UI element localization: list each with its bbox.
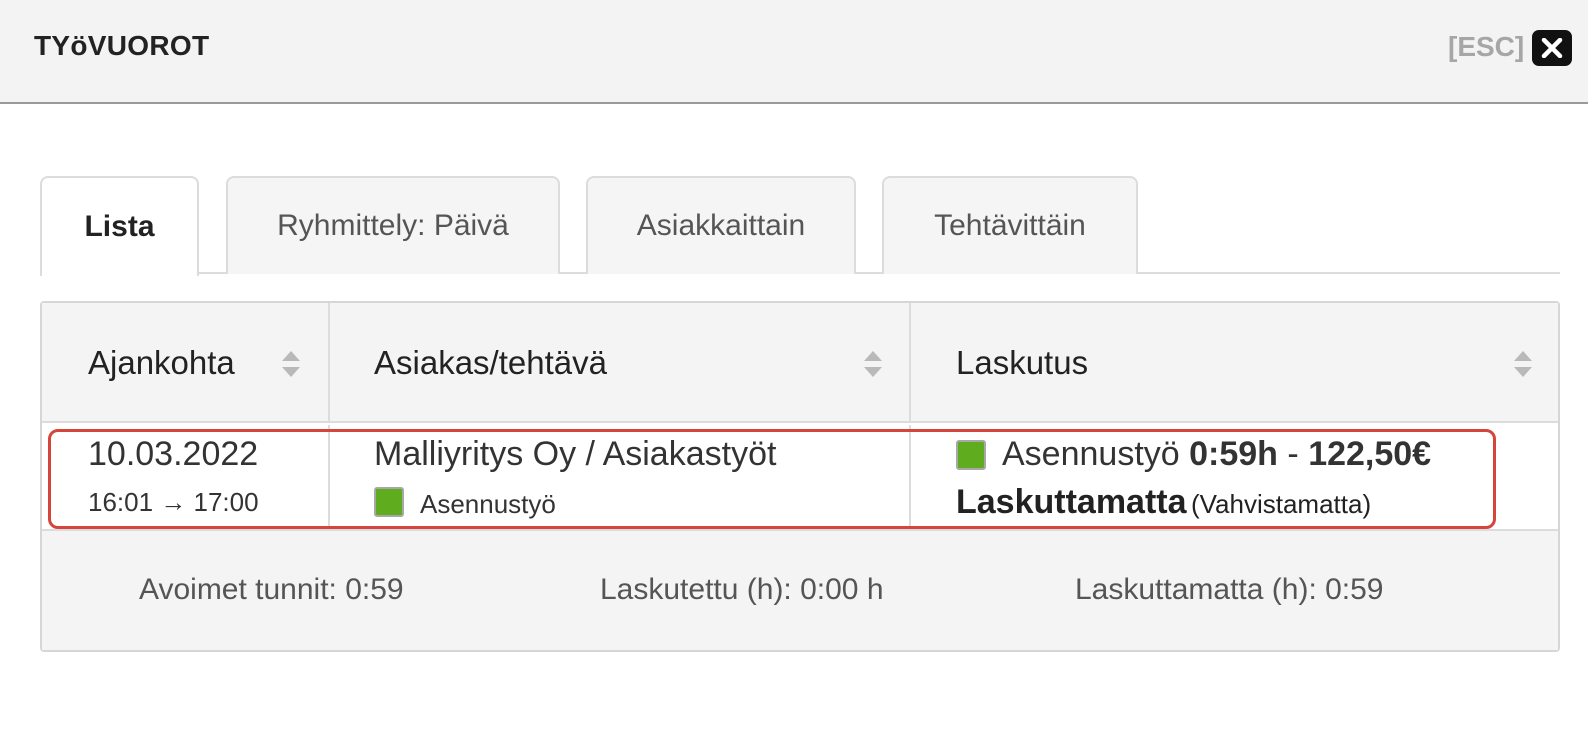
column-header-ajankohta[interactable]: Ajankohta: [88, 303, 235, 423]
task-type: Asennustyö: [420, 489, 556, 519]
unbilled-hours-total: Laskuttamatta (h): 0:59: [1075, 573, 1384, 606]
task-color-swatch: [374, 487, 404, 517]
sort-icon[interactable]: [862, 349, 884, 379]
column-divider: [909, 425, 911, 529]
billing-confirmation: (Vahvistamatta): [1190, 489, 1372, 519]
billing-status: Laskuttamatta: [956, 483, 1187, 521]
modal-title: TYöVUOROT: [34, 30, 210, 61]
table-footer-totals: Avoimet tunnit: 0:59 Laskutettu (h): 0:0…: [42, 529, 1558, 650]
shift-table: Ajankohta Asiakas/tehtävä Laskutus 10.03…: [40, 301, 1560, 652]
customer-task-link[interactable]: Malliyritys Oy / Asiakastyöt: [374, 435, 776, 474]
billing-separator: -: [1287, 435, 1299, 473]
billing-amount: 122,50€: [1308, 435, 1432, 473]
billed-hours-total: Laskutettu (h): 0:00 h: [600, 573, 884, 606]
tab-tehtavittain[interactable]: Tehtävittäin: [882, 176, 1138, 274]
column-divider: [328, 425, 330, 529]
open-hours-total: Avoimet tunnit: 0:59: [139, 573, 404, 606]
billing-duration: 0:59h: [1189, 435, 1278, 473]
view-tabs: Lista Ryhmittely: Päivä Asiakkaittain Te…: [40, 176, 1560, 276]
billing-status-line: Laskuttamatta (Vahvistamatta): [956, 483, 1371, 522]
esc-hint[interactable]: [ESC]: [1448, 31, 1524, 63]
column-divider: [909, 303, 911, 423]
table-row[interactable]: 10.03.2022 16:01 → 17:00 Malliyritys Oy …: [42, 425, 1558, 529]
billing-type: Asennustyö: [1002, 435, 1180, 473]
sort-icon[interactable]: [1512, 349, 1534, 379]
table-header: Ajankohta Asiakas/tehtävä Laskutus: [42, 303, 1558, 423]
billing-color-swatch: [956, 440, 986, 470]
shift-date: 10.03.2022: [88, 435, 259, 473]
billing-summary: Asennustyö 0:59h - 122,50€: [1002, 435, 1431, 474]
column-header-asiakas-tehtava[interactable]: Asiakas/tehtävä: [374, 303, 607, 423]
column-divider: [328, 303, 330, 423]
tab-lista[interactable]: Lista: [40, 176, 199, 276]
sort-icon[interactable]: [280, 349, 302, 379]
tab-ryhmittely-paiva[interactable]: Ryhmittely: Päivä: [226, 176, 560, 274]
modal-header: TYöVUOROT [ESC]: [0, 0, 1588, 104]
close-icon[interactable]: [1532, 30, 1572, 66]
column-header-laskutus[interactable]: Laskutus: [956, 303, 1088, 423]
tab-asiakkaittain[interactable]: Asiakkaittain: [586, 176, 856, 274]
shift-time-range: 16:01 → 17:00: [88, 487, 259, 517]
